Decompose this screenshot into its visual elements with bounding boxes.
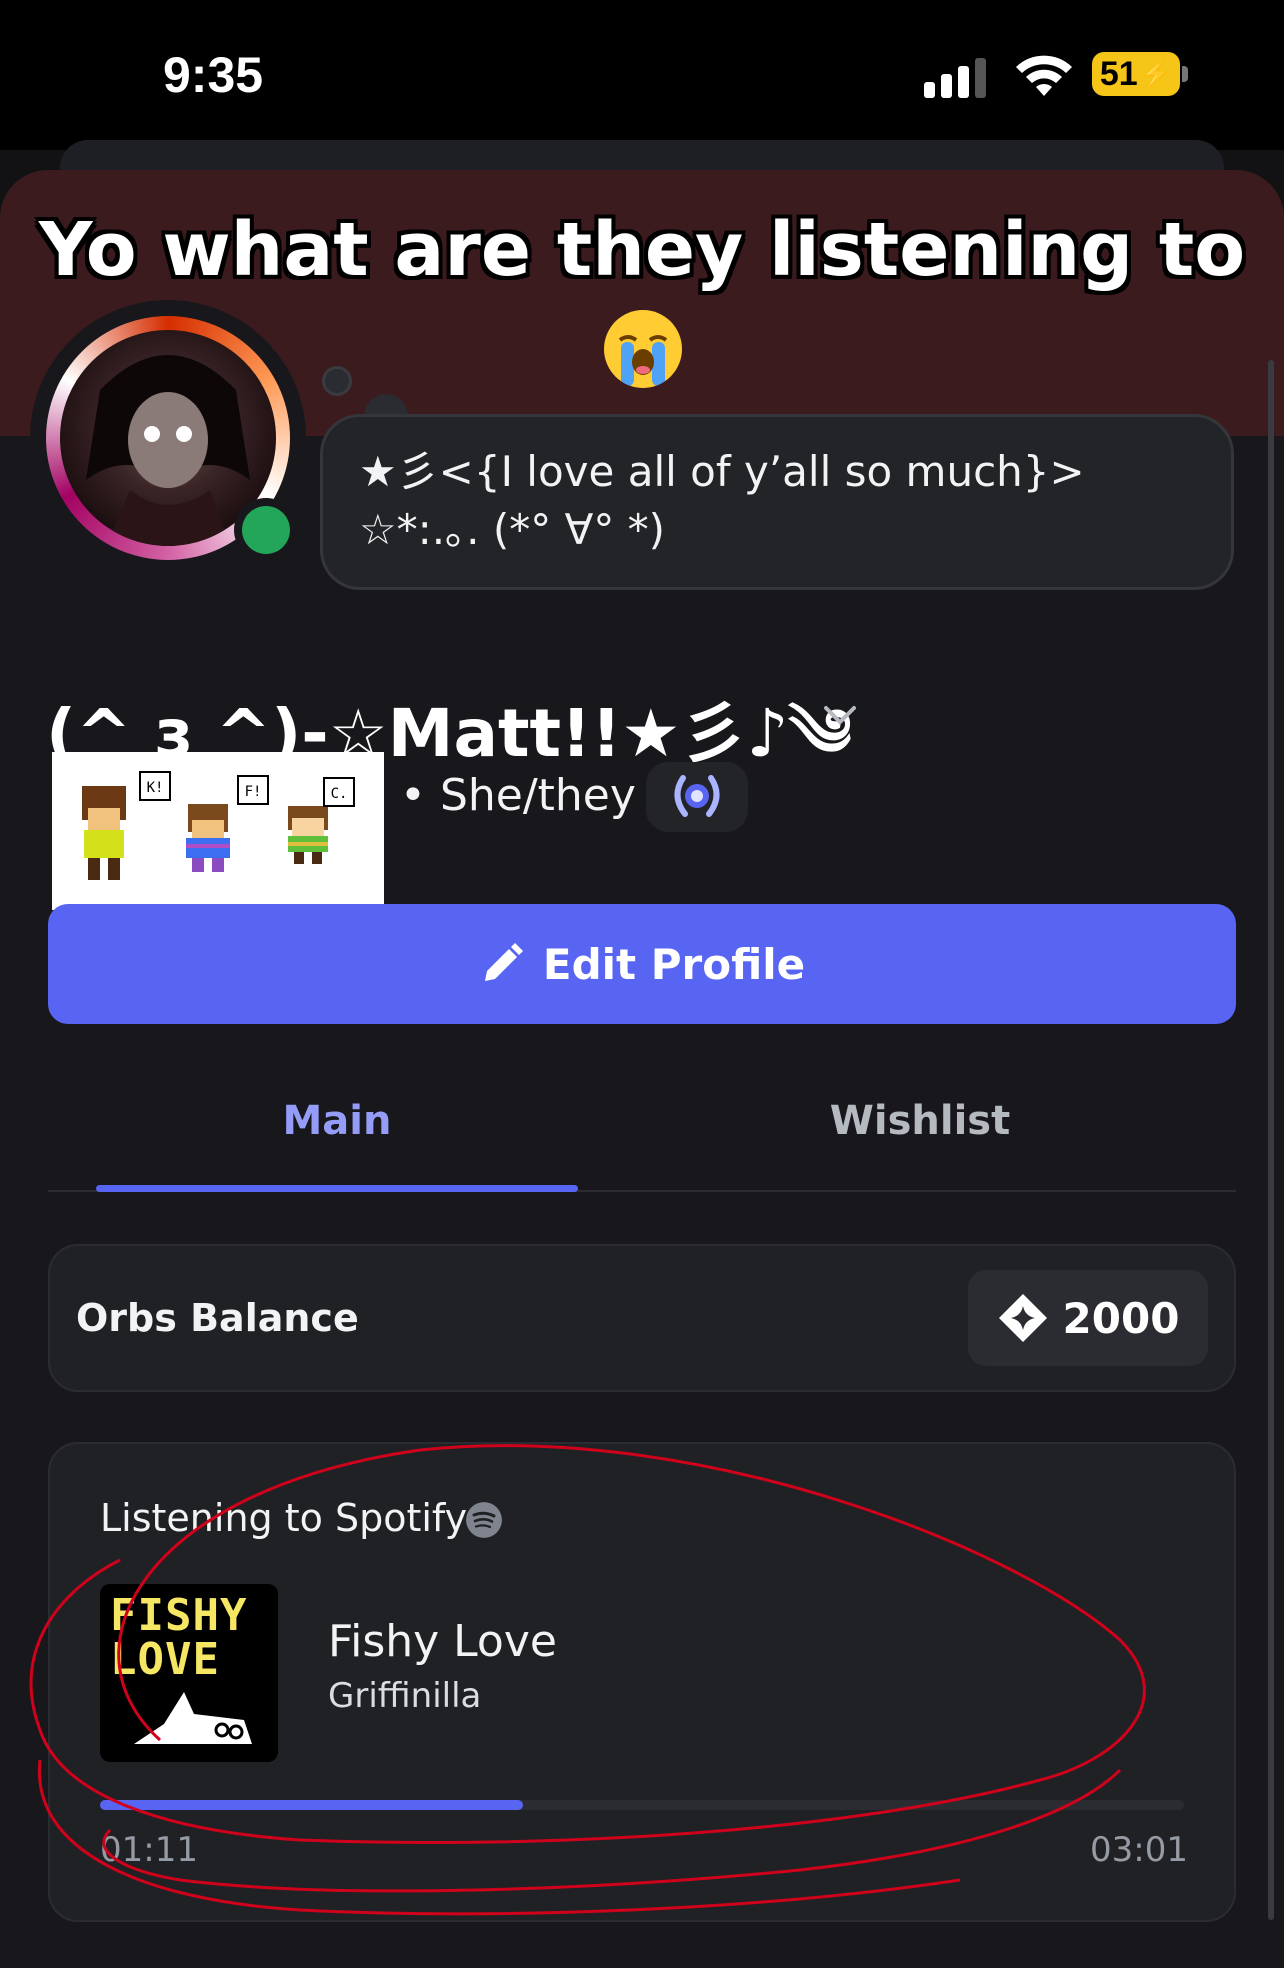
loudly-crying-face-icon	[604, 310, 682, 388]
edit-profile-button[interactable]: Edit Profile	[48, 904, 1236, 1024]
chevron-down-icon[interactable]	[820, 700, 860, 730]
album-art-fish	[134, 1692, 252, 1744]
sprite-label-3: C.	[331, 786, 348, 802]
tab-wishlist[interactable]: Wishlist	[680, 1098, 1160, 1144]
profile-badge[interactable]	[646, 762, 748, 832]
orbs-balance-label: Orbs Balance	[76, 1296, 359, 1340]
custom-status-text: ★彡<{I love all of y’all so much}> ☆*:.｡.…	[359, 447, 1085, 554]
orbs-balance-pill[interactable]: 2000	[968, 1270, 1208, 1366]
thought-dot-small	[322, 366, 352, 396]
sprite-label-2: F!	[245, 784, 262, 800]
active-tab-indicator	[96, 1185, 578, 1192]
scrollbar[interactable]	[1268, 360, 1274, 1920]
total-duration: 03:01	[1090, 1830, 1188, 1870]
tab-main[interactable]: Main	[96, 1098, 578, 1144]
cellular-signal-icon	[924, 58, 986, 98]
track-artist: Griffinilla	[328, 1676, 482, 1716]
character-sprites-sticker: K! F! C.	[52, 752, 384, 910]
battery-nub	[1182, 66, 1188, 82]
sprite-label-1: K!	[147, 780, 164, 796]
overlay-caption: Yo what are they listening to	[38, 207, 1246, 293]
clock: 9:35	[163, 47, 264, 103]
pronouns: • She/they	[400, 770, 636, 821]
album-art-text: FISHY LOVE	[110, 1590, 248, 1685]
orbs-balance-value: 2000	[1062, 1293, 1180, 1343]
elapsed-time: 01:11	[100, 1830, 198, 1870]
spotify-activity-label: Listening to Spotify	[100, 1496, 468, 1540]
pencil-icon	[484, 943, 523, 981]
album-art[interactable]: FISHY LOVE	[100, 1584, 278, 1762]
laurel-badge-icon	[674, 775, 720, 817]
custom-status-bubble[interactable]: ★彡<{I love all of y’all so much}> ☆*:.｡.…	[320, 414, 1234, 590]
sprites-art: K! F! C.	[82, 771, 355, 880]
online-status-icon	[242, 506, 290, 554]
battery-icon: 51 ⚡	[1092, 52, 1180, 96]
playback-progress-fill	[100, 1800, 523, 1810]
wifi-icon	[1016, 55, 1072, 96]
track-title: Fishy Love	[328, 1616, 557, 1667]
edit-profile-label: Edit Profile	[542, 939, 806, 989]
spotify-icon	[466, 1502, 502, 1538]
orb-icon	[998, 1294, 1047, 1342]
